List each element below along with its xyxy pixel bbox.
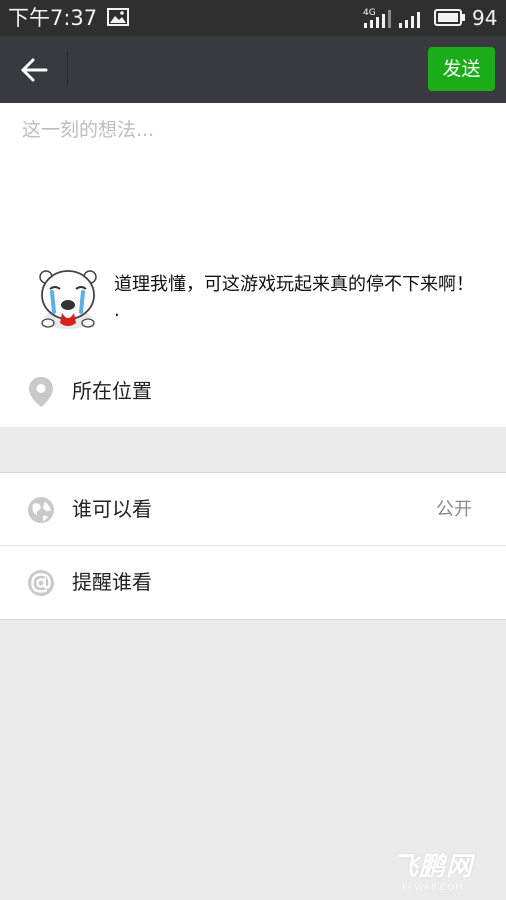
arrow-left-icon [21, 58, 48, 82]
settings-list: 谁可以看 公开 提醒谁看 [0, 472, 506, 620]
at-icon [28, 570, 54, 596]
crying-bear-meme-image [39, 270, 97, 329]
location-row[interactable]: 所在位置 [0, 355, 506, 427]
location-pin-icon [29, 377, 53, 407]
title-divider [67, 52, 68, 86]
network-type-label: 4G [363, 8, 376, 18]
watermark-text: 飞鹏网 [392, 852, 474, 882]
location-label: 所在位置 [72, 379, 152, 403]
image-icon [107, 8, 129, 26]
mention-row[interactable]: 提醒谁看 [0, 546, 506, 618]
signal-bars-icon [399, 12, 420, 28]
shared-card[interactable]: 道理我懂，可这游戏玩起来真的停不下来啊！ . [22, 263, 492, 333]
battery-icon [434, 9, 465, 26]
title-bar: 发送 [0, 36, 506, 103]
visibility-value: 公开 [436, 499, 472, 520]
mention-label: 提醒谁看 [72, 570, 152, 594]
back-button[interactable] [12, 50, 56, 90]
watermark-sub: FFWAP.COM [402, 883, 464, 893]
composer: 道理我懂，可这游戏玩起来真的停不下来啊！ . 所在位置 [0, 103, 506, 427]
visibility-label: 谁可以看 [72, 497, 152, 521]
visibility-row[interactable]: 谁可以看 公开 [0, 473, 506, 545]
battery-percent: 94 [472, 6, 498, 30]
send-button[interactable]: 发送 [428, 47, 495, 91]
compose-input[interactable] [22, 115, 482, 235]
signal-4g-icon: 4G [363, 8, 391, 28]
globe-icon [28, 497, 54, 523]
watermark-logo: 飞鹏网 FFWAP.COM [392, 852, 502, 896]
shared-card-text: 道理我懂，可这游戏玩起来真的停不下来啊！ . [114, 274, 474, 321]
status-bar: 下午7:37 4G 94 [0, 0, 506, 36]
status-time: 下午7:37 [8, 6, 98, 30]
